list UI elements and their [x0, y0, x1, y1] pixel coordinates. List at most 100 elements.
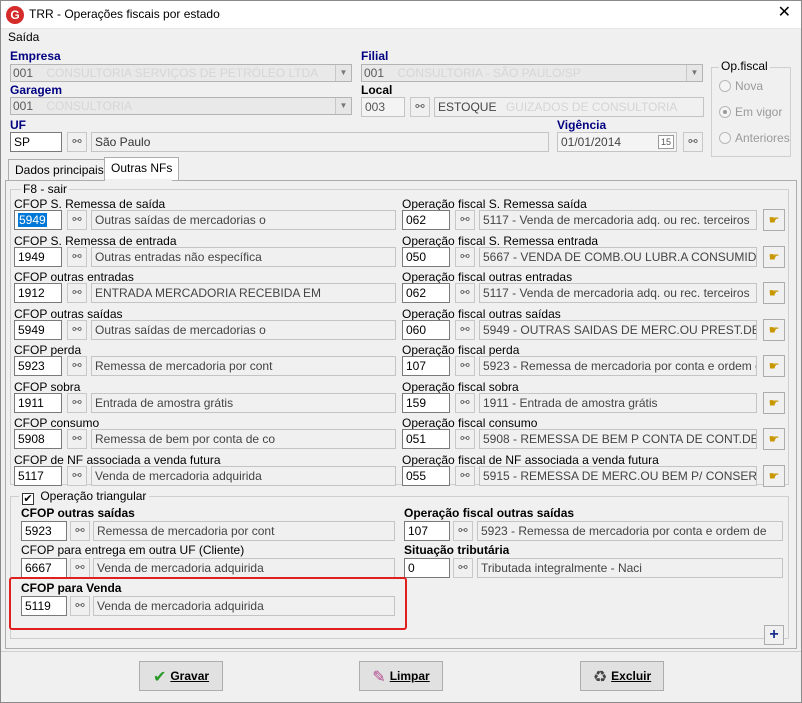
empresa-label: Empresa [10, 49, 61, 63]
row-right-binoculars-icon[interactable]: ⚯ [455, 247, 475, 267]
tab-dados-principais[interactable]: Dados principais [8, 159, 111, 181]
row-left-code-text: 5949 [18, 213, 47, 227]
row-right-code[interactable]: 062 [402, 283, 450, 303]
uf-search-binoculars-icon[interactable]: ⚯ [67, 132, 87, 152]
tri-cfop-saidas-binoculars-icon[interactable]: ⚯ [70, 521, 90, 541]
hand-pointer-icon[interactable]: ☛ [763, 209, 785, 231]
row-left-desc: Venda de mercadoria adquirida [91, 466, 396, 486]
tri-cfop-entrega-desc: Venda de mercadoria adquirida [93, 558, 395, 578]
row-left-binoculars-icon[interactable]: ⚯ [67, 429, 87, 449]
tri-cfop-entrega-code[interactable]: 6667 [21, 558, 67, 578]
row-left-code[interactable]: 5117 [14, 466, 62, 486]
triangular-checkbox[interactable]: ✔ [22, 493, 34, 505]
chevron-down-icon[interactable]: ▼ [335, 65, 351, 81]
garagem-select[interactable]: 001 CONSULTORIA ▼ [10, 97, 352, 115]
row-right-binoculars-icon[interactable]: ⚯ [455, 429, 475, 449]
row-right-binoculars-icon[interactable]: ⚯ [455, 283, 475, 303]
add-button[interactable]: + [764, 625, 784, 645]
tri-cfop-saidas-code[interactable]: 5923 [21, 521, 67, 541]
row-left-binoculars-icon[interactable]: ⚯ [67, 210, 87, 230]
row-right-label: Operação fiscal outras saídas [402, 307, 561, 321]
row-left-binoculars-icon[interactable]: ⚯ [67, 466, 87, 486]
radio-anteriores-dot[interactable] [719, 132, 731, 144]
row-left-code[interactable]: 1949 [14, 247, 62, 267]
row-left-code[interactable]: 5949 [14, 210, 62, 230]
row-left-code[interactable]: 5908 [14, 429, 62, 449]
row-left-desc: Outras saídas de mercadorias o [91, 210, 396, 230]
row-left-code[interactable]: 1911 [14, 393, 62, 413]
calendar-icon[interactable]: 15 [658, 135, 674, 149]
row-left-code-text: 5117 [18, 469, 44, 483]
row-left-binoculars-icon[interactable]: ⚯ [67, 393, 87, 413]
radio-nova-dot[interactable] [719, 80, 731, 92]
row-left-code[interactable]: 5949 [14, 320, 62, 340]
row-left-label: CFOP de NF associada a venda futura [14, 453, 221, 467]
triangular-legend: ✔ Operação triangular [19, 489, 150, 505]
hand-pointer-icon[interactable]: ☛ [763, 282, 785, 304]
vigencia-search-binoculars-icon[interactable]: ⚯ [683, 132, 703, 152]
row-right-code[interactable]: 055 [402, 466, 450, 486]
hand-pointer-icon[interactable]: ☛ [763, 246, 785, 268]
row-right-binoculars-icon[interactable]: ⚯ [455, 393, 475, 413]
radio-nova[interactable]: Nova [719, 79, 763, 93]
excluir-button[interactable]: ♻ Excluir [580, 661, 664, 691]
tri-op-saidas-code[interactable]: 107 [404, 521, 450, 541]
hand-pointer-icon[interactable]: ☛ [763, 428, 785, 450]
row-right-code[interactable]: 159 [402, 393, 450, 413]
tab-outras-nfs[interactable]: Outras NFs [104, 157, 180, 181]
row-left-desc: Outras saídas de mercadorias o [91, 320, 396, 340]
row-right-binoculars-icon[interactable]: ⚯ [455, 356, 475, 376]
gravar-button[interactable]: ✔ Gravar [139, 661, 223, 691]
row-right-label: Operação fiscal S. Remessa entrada [402, 234, 599, 248]
row-right-desc: 5923 - Remessa de mercadoria por conta e… [479, 356, 757, 376]
hand-pointer-icon[interactable]: ☛ [763, 319, 785, 341]
radio-em-vigor[interactable]: Em vigor [719, 105, 782, 119]
row-right-code[interactable]: 051 [402, 429, 450, 449]
tab-active-joiner [105, 179, 172, 182]
row-right-desc: 5915 - REMESSA DE MERC.OU BEM P/ CONSERT… [479, 466, 757, 486]
row-left-code-text: 5923 [18, 359, 45, 373]
local-code-field[interactable]: 003 [361, 97, 405, 117]
row-right-binoculars-icon[interactable]: ⚯ [455, 320, 475, 340]
local-search-binoculars-icon[interactable]: ⚯ [410, 97, 430, 117]
filial-label: Filial [361, 49, 389, 63]
tri-op-saidas-binoculars-icon[interactable]: ⚯ [453, 521, 473, 541]
row-right-code[interactable]: 062 [402, 210, 450, 230]
chevron-down-icon[interactable]: ▼ [686, 65, 702, 81]
row-left-code-text: 5949 [18, 323, 45, 337]
uf-code-field[interactable]: SP [10, 132, 62, 152]
row-left-label: CFOP S. Remessa de entrada [14, 234, 177, 248]
row-left-binoculars-icon[interactable]: ⚯ [67, 247, 87, 267]
local-label: Local [361, 83, 393, 97]
hand-pointer-icon[interactable]: ☛ [763, 465, 785, 487]
row-left-binoculars-icon[interactable]: ⚯ [67, 283, 87, 303]
row-right-code[interactable]: 050 [402, 247, 450, 267]
row-left-binoculars-icon[interactable]: ⚯ [67, 356, 87, 376]
cfop-venda-highlight [9, 577, 407, 630]
radio-em-vigor-dot[interactable] [719, 106, 731, 118]
row-right-binoculars-icon[interactable]: ⚯ [455, 210, 475, 230]
tri-situacao-binoculars-icon[interactable]: ⚯ [453, 558, 473, 578]
row-left-code[interactable]: 5923 [14, 356, 62, 376]
row-right-code[interactable]: 107 [402, 356, 450, 376]
close-icon[interactable]: ✕ [778, 4, 791, 22]
menu-item-saida[interactable]: Saída [8, 30, 39, 44]
row-left-code[interactable]: 1912 [14, 283, 62, 303]
row-right-binoculars-icon[interactable]: ⚯ [455, 466, 475, 486]
radio-em-vigor-label: Em vigor [735, 105, 783, 119]
tri-cfop-entrega-binoculars-icon[interactable]: ⚯ [70, 558, 90, 578]
main-window: G TRR - Operações fiscais por estado ✕ S… [0, 0, 802, 703]
chevron-down-icon[interactable]: ▼ [335, 98, 351, 114]
limpar-button[interactable]: ✎ Limpar [359, 661, 443, 691]
eraser-icon: ✎ [372, 669, 386, 686]
radio-anteriores[interactable]: Anteriores [719, 131, 790, 145]
row-right-code[interactable]: 060 [402, 320, 450, 340]
empresa-select[interactable]: 001 CONSULTORIA SERVIÇOS DE PETRÓLEO LTD… [10, 64, 352, 82]
hand-pointer-icon[interactable]: ☛ [763, 392, 785, 414]
filial-select[interactable]: 001 CONSULTORIA - SÃO PAULO/SP ▼ [361, 64, 703, 82]
tri-situacao-code[interactable]: 0 [404, 558, 450, 578]
row-left-binoculars-icon[interactable]: ⚯ [67, 320, 87, 340]
row-right-desc: 5117 - Venda de mercadoria adq. ou rec. … [479, 210, 757, 230]
garagem-value: 001 [13, 99, 34, 113]
hand-pointer-icon[interactable]: ☛ [763, 355, 785, 377]
